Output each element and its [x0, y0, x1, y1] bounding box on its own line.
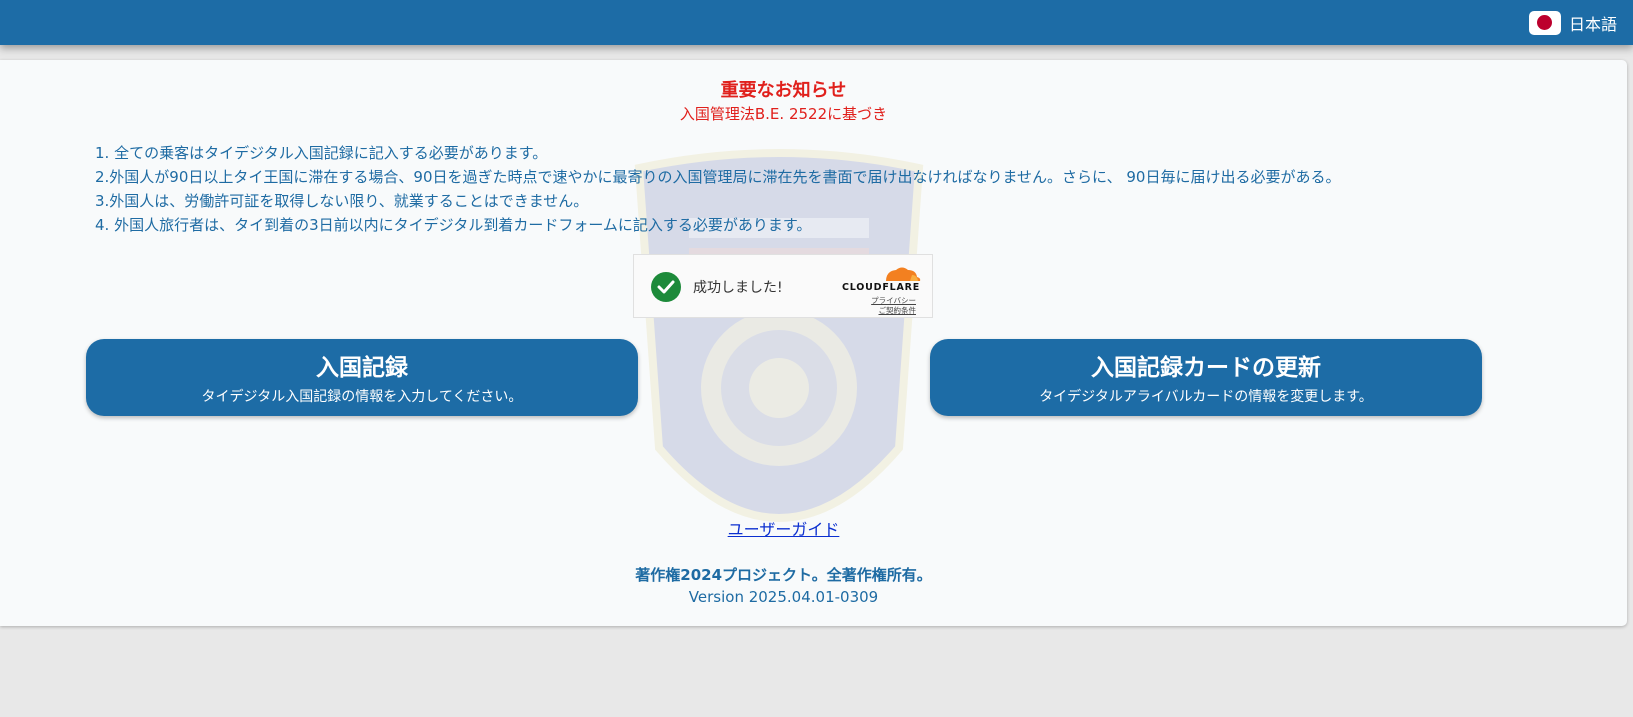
checkmark-circle-icon [651, 272, 681, 302]
top-bar: 日本語 [0, 0, 1633, 45]
update-arrival-card-title: 入国記録カードの更新 [1091, 355, 1321, 381]
notice-title: 重要なお知らせ [720, 80, 847, 101]
main-card: 重要なお知らせ 入国管理法B.E. 2522に基づき 1. 全ての乗客はタイデジ… [0, 60, 1627, 626]
notice-item: 1. 全ての乗客はタイデジタル入国記録に記入する必要があります。 [95, 144, 548, 162]
cloudflare-turnstile-widget[interactable]: 成功しました! CLOUDFLARE プライバシー ご契約条件 [633, 254, 933, 318]
cloudflare-brand: CLOUDFLARE [842, 282, 921, 293]
notice-item: 2.外国人が90日以上タイ王国に滞在する場合、90日を過ぎた時点で速やかに最寄り… [95, 168, 1341, 186]
arrival-record-button[interactable]: 入国記録 タイデジタル入国記録の情報を入力してください。 [86, 339, 638, 416]
update-arrival-card-subtitle: タイデジタルアライバルカードの情報を変更します。 [1039, 389, 1373, 405]
notice-item: 3.外国人は、労働許可証を取得しない限り、就業することはできません。 [95, 192, 589, 210]
terms-link[interactable]: ご契約条件 [879, 305, 917, 316]
arrival-record-subtitle: タイデジタル入国記録の情報を入力してください。 [201, 389, 523, 405]
user-guide-link[interactable]: ユーザーガイド [0, 516, 1567, 540]
copyright-text: 著作権2024プロジェクト。全著作権所有。 [635, 566, 932, 584]
update-arrival-card-button[interactable]: 入国記録カードの更新 タイデジタルアライバルカードの情報を変更します。 [930, 339, 1482, 416]
language-label: 日本語 [1568, 14, 1617, 34]
notice-subtitle: 入国管理法B.E. 2522に基づき [679, 105, 888, 123]
japan-flag-icon [1528, 10, 1561, 35]
arrival-record-title: 入国記録 [316, 355, 408, 381]
captcha-status: 成功しました! [693, 280, 783, 296]
language-selector[interactable]: 日本語 [1528, 4, 1617, 41]
notice-list: 1. 全ての乗客はタイデジタル入国記録に記入する必要があります。 2.外国人が9… [95, 141, 1340, 237]
notice-item: 4. 外国人旅行者は、タイ到着の3日前以内にタイデジタル到着カードフォームに記入… [95, 216, 812, 234]
version-text: Version 2025.04.01-0309 [688, 588, 879, 606]
